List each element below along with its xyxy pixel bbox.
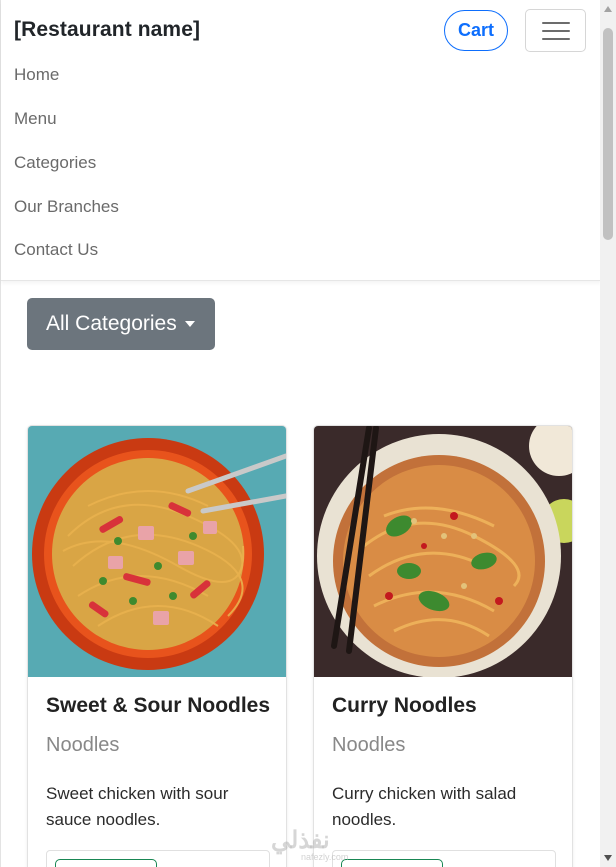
scroll-up-arrow-icon[interactable] bbox=[604, 6, 612, 12]
hamburger-icon-bar bbox=[542, 30, 570, 32]
nav-link-categories[interactable]: Categories bbox=[14, 153, 96, 173]
add-to-cart-button[interactable] bbox=[341, 859, 443, 867]
product-title[interactable]: Curry Noodles bbox=[332, 694, 477, 718]
product-card: Sweet & Sour Noodles Noodles Sweet chick… bbox=[27, 425, 287, 867]
cart-button[interactable]: Cart bbox=[444, 10, 508, 51]
product-image-sweet-sour-noodles bbox=[28, 426, 286, 677]
product-category: Noodles bbox=[46, 734, 120, 756]
page: [Restaurant name] Cart Home Menu Categor… bbox=[0, 0, 601, 867]
product-card: Curry Noodles Noodles Curry chicken with… bbox=[313, 425, 573, 867]
navbar-toggler-button[interactable] bbox=[525, 9, 586, 52]
product-description: Curry chicken with salad noodles. bbox=[332, 784, 517, 829]
nav-link-menu[interactable]: Menu bbox=[14, 109, 57, 129]
product-category: Noodles bbox=[332, 734, 406, 756]
category-dropdown-button[interactable]: All Categories bbox=[27, 298, 215, 350]
card-footer bbox=[46, 850, 270, 867]
category-dropdown-label: All Categories bbox=[46, 312, 177, 335]
brand-name[interactable]: [Restaurant name] bbox=[14, 18, 200, 42]
watermark-sub: nafezly.com bbox=[301, 852, 349, 862]
watermark: نفذلي bbox=[271, 827, 330, 854]
product-title[interactable]: Sweet & Sour Noodles bbox=[46, 694, 270, 718]
nav-link-our-branches[interactable]: Our Branches bbox=[14, 197, 119, 217]
hamburger-icon-bar bbox=[542, 38, 570, 40]
caret-down-icon bbox=[184, 321, 195, 327]
scrollbar-thumb[interactable] bbox=[603, 28, 613, 240]
hamburger-icon bbox=[542, 22, 570, 24]
nav-link-home[interactable]: Home bbox=[14, 65, 59, 85]
product-description: Sweet chicken with sour sauce noodles. bbox=[46, 784, 229, 829]
nav-link-contact-us[interactable]: Contact Us bbox=[14, 240, 98, 260]
card-footer bbox=[332, 850, 556, 867]
vertical-scrollbar[interactable] bbox=[600, 0, 616, 867]
add-to-cart-button[interactable] bbox=[55, 859, 157, 867]
product-image-curry-noodles bbox=[314, 426, 572, 677]
navbar: [Restaurant name] Cart Home Menu Categor… bbox=[1, 0, 601, 281]
scroll-down-arrow-icon[interactable] bbox=[604, 855, 612, 861]
